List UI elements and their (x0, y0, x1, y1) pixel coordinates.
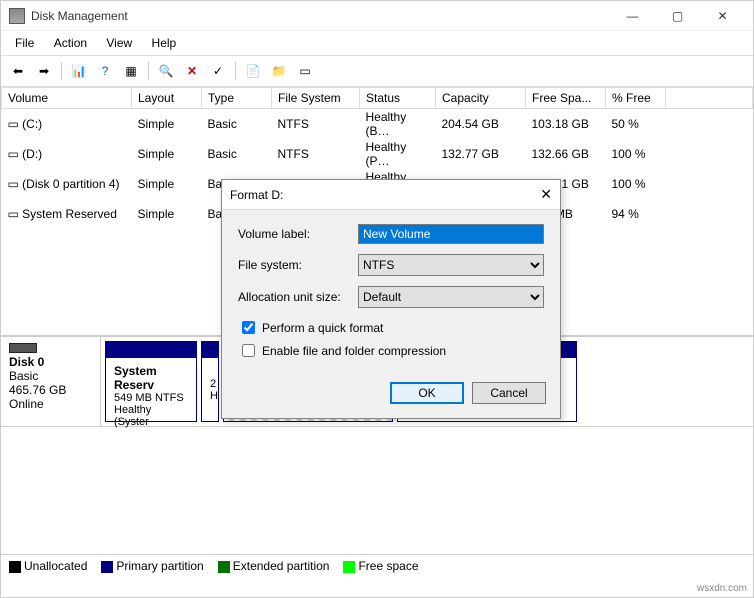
volume-label-label: Volume label: (238, 227, 358, 241)
maximize-button[interactable]: ▢ (655, 2, 700, 30)
compression-label: Enable file and folder compression (262, 344, 446, 358)
grid-icon[interactable]: ▦ (120, 60, 142, 82)
col-pct[interactable]: % Free (606, 88, 666, 109)
disk-info[interactable]: Disk 0 Basic 465.76 GB Online (1, 337, 101, 426)
window-title: Disk Management (31, 9, 610, 23)
disk-status: Online (9, 397, 44, 411)
refresh-icon[interactable]: 🔍 (155, 60, 177, 82)
compression-checkbox[interactable] (242, 344, 255, 357)
ok-button[interactable]: OK (390, 382, 464, 404)
legend-item: Unallocated (9, 559, 87, 573)
quick-format-checkbox[interactable] (242, 321, 255, 334)
table-row[interactable]: ▭ (C:)SimpleBasicNTFSHealthy (B…204.54 G… (2, 109, 753, 140)
action2-icon[interactable]: 📁 (268, 60, 290, 82)
toolbar: ⬅ ➡ 📊 ? ▦ 🔍 ✕ ✓ 📄 📁 ▭ (1, 56, 753, 87)
legend-item: Free space (343, 559, 418, 573)
delete-icon[interactable]: ✕ (181, 60, 203, 82)
view-icon[interactable]: 📊 (68, 60, 90, 82)
disk-management-icon (9, 8, 25, 24)
menu-action[interactable]: Action (46, 34, 95, 52)
dialog-title: Format D: (230, 188, 283, 202)
minimize-button[interactable]: — (610, 2, 655, 30)
legend-item: Primary partition (101, 559, 203, 573)
close-button[interactable]: ✕ (700, 2, 745, 30)
partition[interactable]: System Reserv549 MB NTFSHealthy (Syster (105, 341, 197, 422)
dialog-close-icon[interactable]: ✕ (540, 186, 552, 203)
cancel-button[interactable]: Cancel (472, 382, 546, 404)
col-free[interactable]: Free Spa... (526, 88, 606, 109)
col-fs[interactable]: File System (272, 88, 360, 109)
disk-type: Basic (9, 369, 38, 383)
table-row[interactable]: ▭ (D:)SimpleBasicNTFSHealthy (P…132.77 G… (2, 139, 753, 169)
volume-label-input[interactable] (358, 224, 544, 244)
file-system-select[interactable]: NTFS (358, 254, 544, 276)
disk-size: 465.76 GB (9, 383, 66, 397)
col-layout[interactable]: Layout (132, 88, 202, 109)
allocation-label: Allocation unit size: (238, 290, 358, 304)
properties-icon[interactable]: ✓ (207, 60, 229, 82)
quick-format-label: Perform a quick format (262, 321, 383, 335)
action3-icon[interactable]: ▭ (294, 60, 316, 82)
file-system-label: File system: (238, 258, 358, 272)
action1-icon[interactable]: 📄 (242, 60, 264, 82)
col-type[interactable]: Type (202, 88, 272, 109)
menu-bar: File Action View Help (1, 31, 753, 56)
attribution: wsxdn.com (697, 583, 747, 594)
disk-name: Disk 0 (9, 355, 44, 369)
legend-item: Extended partition (218, 559, 330, 573)
disk-icon (9, 343, 37, 353)
menu-file[interactable]: File (7, 34, 42, 52)
forward-icon[interactable]: ➡ (33, 60, 55, 82)
allocation-select[interactable]: Default (358, 286, 544, 308)
menu-help[interactable]: Help (144, 34, 185, 52)
col-volume[interactable]: Volume (2, 88, 132, 109)
legend: Unallocated Primary partition Extended par… (1, 554, 753, 577)
col-capacity[interactable]: Capacity (436, 88, 526, 109)
help-icon[interactable]: ? (94, 60, 116, 82)
back-icon[interactable]: ⬅ (7, 60, 29, 82)
menu-view[interactable]: View (98, 34, 140, 52)
format-dialog: Format D: ✕ Volume label: File system: N… (221, 179, 561, 419)
partition[interactable]: 2H (201, 341, 219, 422)
col-status[interactable]: Status (360, 88, 436, 109)
